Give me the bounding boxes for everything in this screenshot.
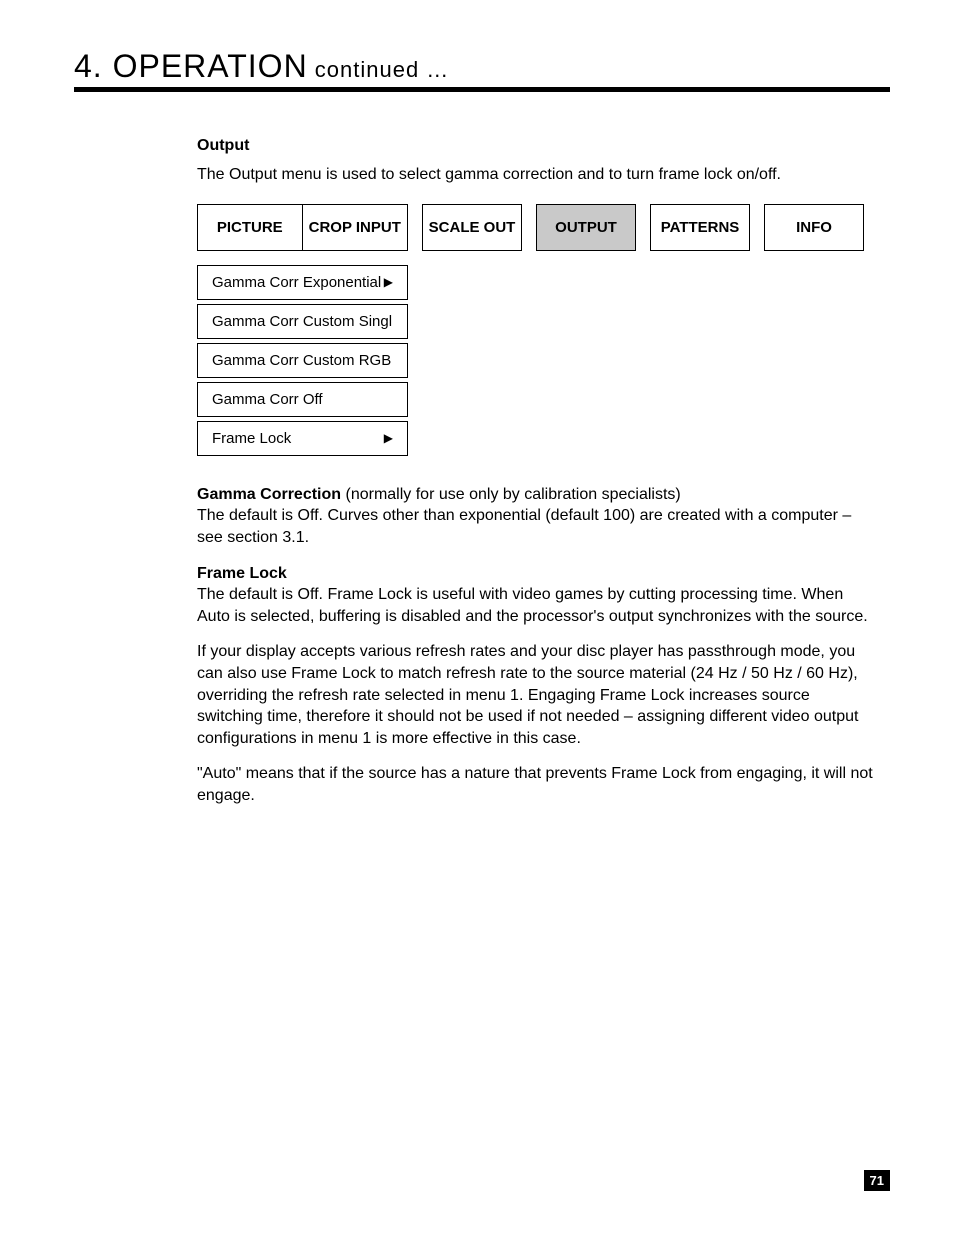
gamma-correction-note: (normally for use only by calibration sp…	[341, 486, 681, 503]
menu-item-label: Gamma Corr Custom Singl	[212, 313, 392, 330]
header-title-sub: continued …	[308, 57, 450, 82]
tab-row: PICTURE CROP INPUT SCALE OUT OUTPUT PATT…	[197, 204, 874, 251]
gamma-correction-label: Gamma Correction	[197, 486, 341, 503]
tab-patterns: PATTERNS	[650, 204, 750, 251]
tab-output: OUTPUT	[536, 204, 636, 251]
content: Output The Output menu is used to select…	[197, 137, 874, 821]
menu-item-frame-lock: Frame Lock ▶	[197, 421, 408, 456]
tab-crop-input: CROP INPUT	[303, 205, 408, 250]
menu-item-gamma-custom-singl: Gamma Corr Custom Singl	[197, 304, 408, 339]
tab-info: INFO	[764, 204, 864, 251]
menu-list: Gamma Corr Exponential ▶ Gamma Corr Cust…	[197, 265, 408, 456]
header-title-main: 4. OPERATION	[74, 48, 308, 84]
tab-group-left: PICTURE CROP INPUT	[197, 204, 408, 251]
menu-item-label: Frame Lock	[212, 430, 291, 447]
section-heading-output: Output	[197, 137, 874, 155]
menu-item-gamma-off: Gamma Corr Off	[197, 382, 408, 417]
frame-lock-paragraph: Frame Lock The default is Off. Frame Loc…	[197, 563, 874, 628]
tab-scale-out: SCALE OUT	[422, 204, 522, 251]
menu-item-gamma-exponential: Gamma Corr Exponential ▶	[197, 265, 408, 300]
header-title: 4. OPERATION continued …	[74, 48, 890, 85]
header-underline	[74, 87, 890, 92]
menu-item-label: Gamma Corr Exponential	[212, 274, 381, 291]
frame-lock-paragraph-3: "Auto" means that if the source has a na…	[197, 763, 874, 806]
submenu-arrow-icon: ▶	[384, 431, 393, 445]
frame-lock-paragraph-2: If your display accepts various refresh …	[197, 641, 874, 749]
intro-text: The Output menu is used to select gamma …	[197, 165, 874, 186]
body-text: Gamma Correction (normally for use only …	[197, 484, 874, 807]
menu-item-gamma-custom-rgb: Gamma Corr Custom RGB	[197, 343, 408, 378]
submenu-arrow-icon: ▶	[384, 275, 393, 289]
page-number: 71	[864, 1170, 890, 1191]
menu-item-label: Gamma Corr Off	[212, 391, 323, 408]
page-header: 4. OPERATION continued …	[74, 48, 890, 92]
menu-item-label: Gamma Corr Custom RGB	[212, 352, 391, 369]
frame-lock-label: Frame Lock	[197, 565, 287, 582]
frame-lock-text: The default is Off. Frame Lock is useful…	[197, 586, 868, 625]
tab-picture: PICTURE	[198, 205, 303, 250]
gamma-correction-text: The default is Off. Curves other than ex…	[197, 507, 851, 546]
gamma-correction-paragraph: Gamma Correction (normally for use only …	[197, 484, 874, 549]
